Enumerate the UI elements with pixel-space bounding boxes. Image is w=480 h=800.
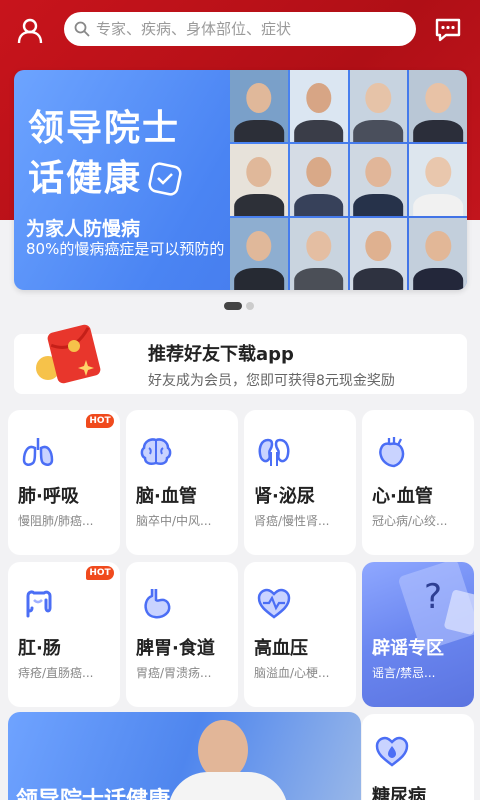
user-icon — [17, 18, 43, 44]
category-desc: 痔疮/直肠癌... — [18, 666, 94, 680]
search-bar[interactable] — [64, 12, 416, 46]
banner-caption: 80%的慢病癌症是可以预防的 — [26, 240, 225, 258]
promo-banner[interactable]: 领导院士话健康 — [8, 712, 361, 800]
category-name: 辟谣专区 — [372, 638, 444, 659]
category-desc: 肾癌/慢性肾... — [254, 514, 330, 528]
category-card-stomach[interactable]: 脾胃·食道 胃癌/胃溃疡... — [126, 562, 238, 707]
hot-badge: HOT — [86, 414, 114, 428]
svg-text:?: ? — [424, 577, 442, 617]
expert-photo — [409, 144, 467, 216]
expert-photo — [289, 70, 348, 142]
category-name: 肛·肠 — [18, 638, 61, 659]
category-desc: 胃癌/胃溃疡... — [136, 666, 212, 680]
heart-pulse-icon — [257, 588, 291, 619]
lungs-icon — [22, 438, 54, 466]
category-card-rumor-debunk[interactable]: ? 辟谣专区 谣言/禁忌... — [362, 562, 474, 707]
category-card-lungs[interactable]: HOT 肺·呼吸 慢阻肺/肺癌... — [8, 410, 120, 555]
search-icon — [74, 21, 90, 37]
expert-photo — [230, 144, 288, 216]
invite-friends-card[interactable]: 推荐好友下载app 好友成为会员，您即可获得8元现金奖励 — [14, 324, 467, 394]
heart-organ-icon — [379, 437, 405, 468]
expert-photo-grid — [230, 70, 467, 290]
category-name: 心·血管 — [372, 486, 433, 507]
category-name: 糖尿病 — [372, 786, 426, 800]
invite-title: 推荐好友下载app — [148, 344, 294, 365]
hero-banner[interactable]: 领导院士 话健康 为家人防慢病 80%的慢病癌症是可以预防的 — [14, 70, 467, 290]
category-desc: 谣言/禁忌... — [372, 666, 436, 680]
category-card-intestine[interactable]: HOT 肛·肠 痔疮/直肠癌... — [8, 562, 120, 707]
category-card-hypertension[interactable]: 高血压 脑溢血/心梗... — [244, 562, 356, 707]
doctor-photo — [198, 720, 248, 780]
diabetes-icon — [375, 736, 409, 767]
category-desc: 冠心病/心绞... — [372, 514, 448, 528]
messages-button[interactable] — [430, 12, 466, 48]
user-profile-button[interactable] — [12, 12, 48, 48]
invite-subtitle: 好友成为会员，您即可获得8元现金奖励 — [148, 373, 395, 389]
expert-photo — [289, 144, 348, 216]
expert-photo — [409, 218, 467, 290]
banner-subtitle: 为家人防慢病 — [26, 218, 141, 240]
top-bar — [0, 10, 480, 50]
expert-photo — [349, 70, 408, 142]
expert-photo — [289, 218, 348, 290]
kidney-icon — [258, 438, 290, 466]
banner-title-line2: 话健康 — [28, 158, 143, 199]
category-name: 脑·血管 — [136, 486, 197, 507]
category-desc: 慢阻肺/肺癌... — [18, 514, 94, 528]
expert-photo — [230, 218, 288, 290]
category-card-brain[interactable]: 脑·血管 脑卒中/中风... — [126, 410, 238, 555]
banner-pagination — [224, 302, 254, 310]
pagination-dot — [246, 302, 254, 310]
expert-photo — [349, 144, 408, 216]
heart-badge-icon — [148, 162, 182, 196]
category-name: 肺·呼吸 — [18, 486, 79, 507]
category-card-heart[interactable]: 心·血管 冠心病/心绞... — [362, 410, 474, 555]
red-envelope-icon — [36, 324, 101, 384]
search-input[interactable] — [96, 20, 396, 38]
promo-title: 领导院士话健康 — [16, 782, 170, 800]
category-card-kidney[interactable]: 肾·泌尿 肾癌/慢性肾... — [244, 410, 356, 555]
intestine-icon — [26, 590, 52, 618]
category-name: 高血压 — [254, 638, 308, 659]
brain-icon — [140, 438, 172, 466]
hot-badge: HOT — [86, 566, 114, 580]
category-name: 肾·泌尿 — [254, 486, 315, 507]
category-name: 脾胃·食道 — [136, 638, 215, 659]
banner-title: 领导院士 话健康 — [28, 104, 182, 204]
category-card-diabetes[interactable]: 糖尿病 — [362, 714, 474, 800]
message-icon — [435, 18, 461, 42]
banner-title-line1: 领导院士 — [28, 108, 181, 149]
expert-photo — [230, 70, 288, 142]
doctor-coat — [168, 772, 288, 800]
expert-photo — [349, 218, 408, 290]
pagination-dot-active — [224, 302, 242, 310]
category-desc: 脑卒中/中风... — [136, 514, 212, 528]
category-desc: 脑溢血/心梗... — [254, 666, 330, 680]
stomach-icon — [144, 589, 171, 619]
expert-photo — [409, 70, 467, 142]
